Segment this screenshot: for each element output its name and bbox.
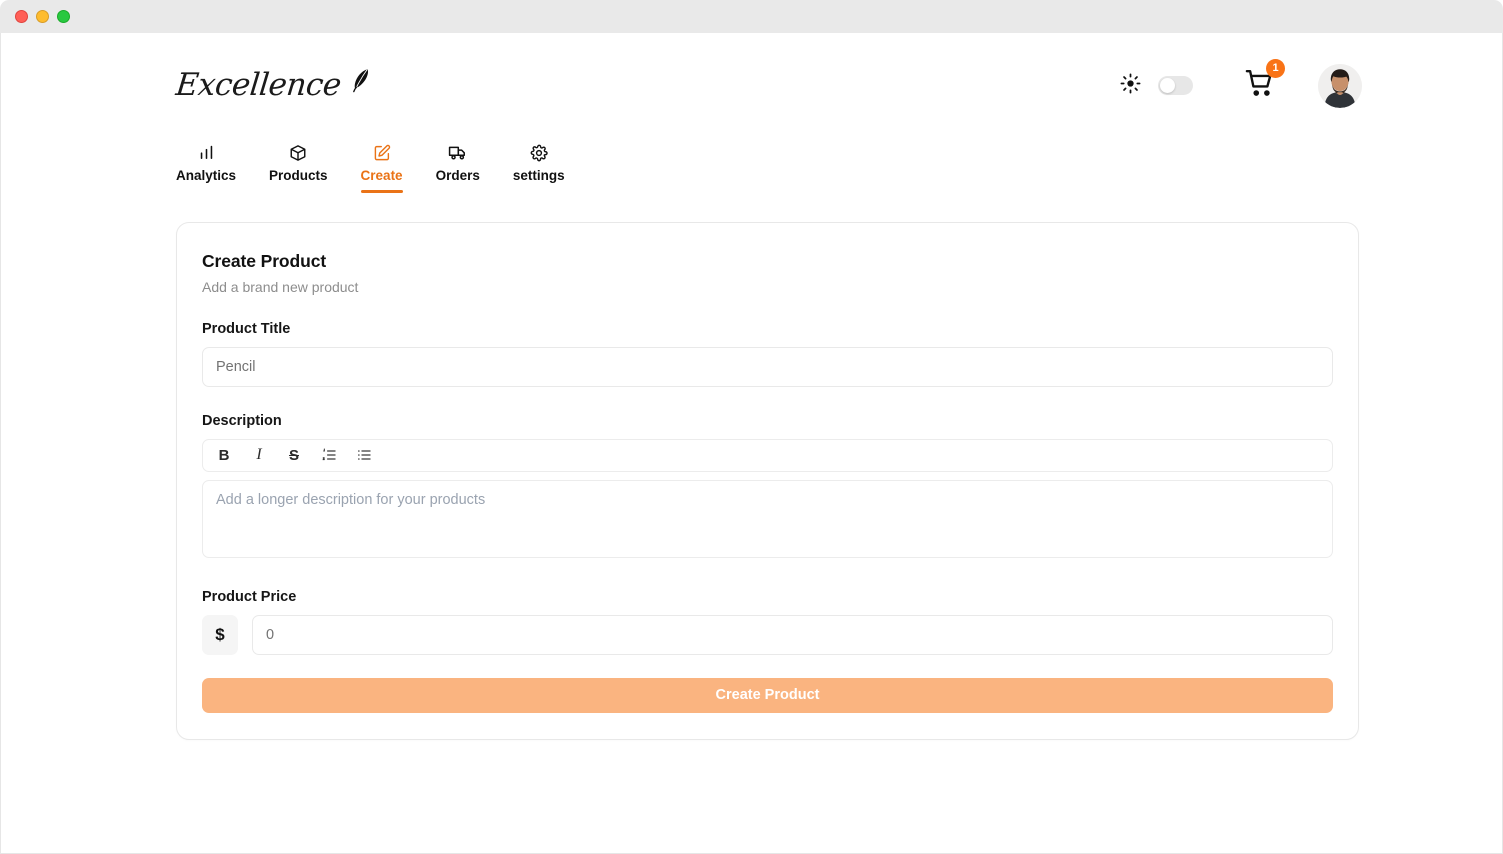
header-actions: 1 bbox=[1120, 59, 1362, 108]
tab-label: Orders bbox=[435, 168, 480, 183]
product-title-input[interactable] bbox=[202, 346, 1333, 387]
browser-window: Excellence 1 Analytics Products Create O… bbox=[0, 0, 1503, 854]
avatar[interactable] bbox=[1318, 63, 1362, 108]
product-price-label: Product Price bbox=[202, 588, 297, 605]
bar-chart-icon bbox=[198, 143, 215, 162]
package-box-icon bbox=[289, 143, 307, 162]
description-label: Description bbox=[202, 412, 282, 429]
page-subtitle: Add a brand new product bbox=[202, 278, 359, 295]
maximize-window-button[interactable] bbox=[57, 10, 70, 23]
description-field: Description B I S bbox=[202, 413, 1333, 563]
feather-icon bbox=[347, 66, 373, 99]
tab-orders[interactable]: Orders bbox=[436, 143, 480, 186]
shopping-cart-button[interactable]: 1 bbox=[1245, 59, 1285, 103]
window-titlebar bbox=[0, 0, 1503, 33]
tab-label: Create bbox=[360, 168, 403, 183]
shopping-cart-icon bbox=[1245, 69, 1275, 102]
create-product-button[interactable]: Create Product bbox=[202, 677, 1333, 713]
main-navigation: Analytics Products Create Orders setting… bbox=[1, 143, 1502, 193]
tab-label: Products bbox=[269, 168, 328, 183]
page-title: Create Product bbox=[202, 250, 327, 271]
active-tab-indicator bbox=[360, 190, 403, 193]
dark-mode-toggle[interactable] bbox=[1158, 76, 1193, 95]
tab-label: settings bbox=[512, 168, 565, 183]
cart-badge: 1 bbox=[1266, 59, 1285, 78]
page-content: Excellence 1 Analytics Products Create O… bbox=[0, 33, 1503, 854]
tab-create[interactable]: Create bbox=[360, 143, 403, 193]
truck-icon bbox=[448, 143, 467, 162]
ordered-list-button[interactable] bbox=[316, 443, 342, 467]
product-price-input[interactable] bbox=[252, 614, 1333, 655]
site-header: Excellence 1 bbox=[1, 33, 1502, 138]
price-input-group: $ bbox=[202, 614, 1333, 655]
minimize-window-button[interactable] bbox=[36, 10, 49, 23]
gear-icon bbox=[530, 143, 548, 162]
bold-button[interactable]: B bbox=[211, 443, 237, 467]
currency-symbol: $ bbox=[202, 614, 238, 655]
italic-button[interactable]: I bbox=[246, 443, 272, 467]
close-window-button[interactable] bbox=[15, 10, 28, 23]
tab-products[interactable]: Products bbox=[269, 143, 328, 186]
rich-text-toolbar: B I S bbox=[202, 438, 1333, 472]
tab-analytics[interactable]: Analytics bbox=[176, 143, 236, 186]
sun-icon[interactable] bbox=[1120, 73, 1141, 99]
theme-switcher bbox=[1120, 73, 1193, 99]
strikethrough-button[interactable]: S bbox=[281, 443, 307, 467]
product-title-field: Product Title bbox=[202, 321, 1333, 387]
unordered-list-button[interactable] bbox=[351, 443, 377, 467]
tab-label: Analytics bbox=[176, 168, 237, 183]
brand-logo-text: Excellence bbox=[174, 67, 343, 103]
brand-logo[interactable]: Excellence bbox=[174, 67, 373, 103]
product-title-label: Product Title bbox=[202, 320, 291, 337]
tab-settings[interactable]: settings bbox=[513, 143, 565, 186]
product-price-field: Product Price $ bbox=[202, 589, 1333, 655]
toggle-knob bbox=[1160, 78, 1175, 93]
description-textarea[interactable] bbox=[202, 479, 1333, 558]
create-product-card: Create Product Add a brand new product P… bbox=[176, 221, 1359, 740]
square-pen-icon bbox=[373, 143, 391, 162]
